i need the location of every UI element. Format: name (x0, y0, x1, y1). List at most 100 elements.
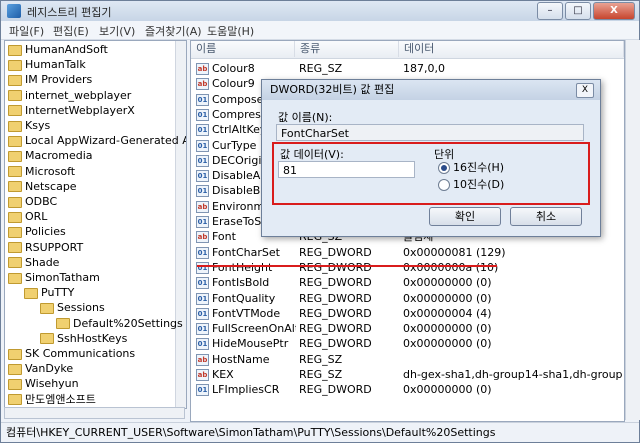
tree-item[interactable]: Shade (8, 255, 59, 270)
value-row[interactable]: 01 LFImpliesCR REG_DWORD 0x00000000 (0) (191, 382, 624, 397)
dialog-title: DWORD(32비트) 값 편집 (270, 83, 395, 96)
value-row[interactable]: 01 FontHeight REG_DWORD 0x0000000a (10) (191, 260, 624, 275)
cancel-button[interactable]: 취소 (510, 207, 582, 226)
tree-item[interactable]: RSUPPORT (8, 240, 83, 255)
value-name-field[interactable]: FontCharSet (276, 124, 584, 141)
status-bar-path: 컴퓨터\HKEY_CURRENT_USER\Software\SimonTath… (1, 422, 639, 442)
tree-item-label: Sessions (57, 301, 105, 315)
value-name: FontQuality (212, 291, 276, 305)
tree-item[interactable]: SimonTatham (8, 270, 100, 285)
folder-icon (40, 333, 54, 345)
folder-icon (8, 150, 22, 162)
tree-item-label: internet_webplayer (25, 88, 132, 102)
highlight-underline (197, 265, 497, 267)
folder-icon (8, 90, 22, 102)
value-row[interactable]: 01 FontIsBold REG_DWORD 0x00000000 (0) (191, 275, 624, 290)
value-row[interactable]: 01 FontVTMode REG_DWORD 0x00000004 (4) (191, 306, 624, 321)
value-data: 0x00000081 (129) (403, 245, 506, 259)
tree-item[interactable]: Local AppWizard-Generated Applic (8, 133, 186, 148)
value-row[interactable]: 01FullScreenOnAlt...REG_DWORD 0x00000000 … (191, 321, 624, 336)
menu-file[interactable]: 파일(F) (9, 23, 44, 39)
tree-item[interactable]: HumanAndSoft (8, 42, 108, 57)
tree-item-label: Wisehyun (25, 377, 79, 391)
value-row[interactable]: 01 FontCharSet REG_DWORD 0x00000081 (129) (191, 245, 624, 260)
value-name: FontIsBold (212, 276, 270, 290)
tree-item[interactable]: Netscape (8, 179, 77, 194)
value-type: REG_DWORD (299, 337, 372, 351)
maximize-button[interactable]: □ (565, 2, 591, 20)
tree-vertical-scrollbar[interactable] (175, 41, 186, 408)
string-value-icon: ab (196, 78, 209, 91)
value-type: REG_DWORD (299, 245, 372, 259)
dword-value-icon: 01 (196, 277, 209, 290)
tree-item-label: SimonTatham (25, 271, 100, 284)
column-type-header[interactable]: 종류 (295, 41, 399, 57)
tree-item[interactable]: Ksys (8, 118, 50, 133)
tree-horizontal-scrollbar[interactable] (4, 407, 185, 419)
value-row[interactable]: 01 FontQuality REG_DWORD 0x00000000 (0) (191, 291, 624, 306)
close-button[interactable]: X (593, 2, 635, 20)
value-type: REG_DWORD (299, 260, 372, 274)
folder-icon (8, 242, 22, 254)
tree-item[interactable]: ODBC (8, 194, 57, 209)
value-row[interactable]: ab Colour8 REG_SZ 187,0,0 (191, 61, 624, 76)
folder-icon (8, 363, 22, 375)
tree-item[interactable]: ORL (8, 209, 47, 224)
value-name: KEX (212, 368, 234, 381)
tree-item-label: Default%20Settings (73, 316, 183, 330)
value-row[interactable]: 01 HideMousePtr REG_DWORD 0x00000000 (0) (191, 336, 624, 351)
ok-button[interactable]: 확인 (429, 207, 501, 226)
tree-item[interactable]: Macromedia (8, 148, 93, 163)
value-name: FontCharSet (212, 245, 280, 259)
dialog-title-bar: DWORD(32비트) 값 편집 X (262, 80, 600, 100)
registry-key-tree[interactable]: HumanAndSoft HumanTalk IM Providers interne… (4, 40, 187, 409)
dword-value-icon: 01 (196, 384, 209, 397)
dword-value-icon: 01 (196, 292, 209, 305)
registry-editor-window: 레지스트리 편집기 – □ X 파일(F) 편집(E) 보기(V) 즐겨찾기(A… (0, 0, 640, 443)
tree-item[interactable]: IM Providers (8, 72, 92, 87)
value-data: 0x00000000 (0) (403, 291, 492, 305)
tree-item[interactable]: InternetWebplayerX (8, 103, 135, 118)
list-vertical-scrollbar[interactable] (625, 40, 640, 420)
tree-item-label: PuTTY (41, 286, 75, 300)
folder-icon (8, 348, 22, 360)
tree-item-label: Netscape (25, 179, 77, 193)
tree-item[interactable]: SshHostKeys (40, 331, 127, 346)
column-data-header[interactable]: 데이터 (399, 41, 624, 57)
menu-favorites[interactable]: 즐겨찾기(A) (145, 23, 202, 39)
tree-item[interactable]: HumanTalk (8, 57, 86, 72)
value-row[interactable]: ab KEX REG_SZ dh-gex-sha1,dh-group14-sha1,d… (191, 367, 624, 382)
folder-icon (8, 120, 22, 132)
tree-item-label: HumanAndSoft (25, 43, 108, 56)
tree-item[interactable]: Default%20Settings (56, 316, 183, 331)
dialog-close-button[interactable]: X (576, 83, 594, 98)
tree-item-label: ORL (25, 210, 48, 224)
value-name: FullScreenOnAlt... (212, 322, 296, 336)
dword-value-icon: 01 (196, 261, 209, 274)
tree-item[interactable]: internet_webplayer (8, 88, 131, 103)
folder-icon (8, 211, 22, 223)
column-name-header[interactable]: 이름 (191, 41, 295, 57)
tree-item[interactable]: Microsoft (8, 164, 75, 179)
menu-edit[interactable]: 편집(E) (53, 23, 89, 39)
dword-value-icon: 01 (196, 154, 209, 167)
tree-item[interactable]: VanDyke (8, 361, 73, 376)
menu-view[interactable]: 보기(V) (99, 23, 135, 39)
dword-value-icon: 01 (196, 108, 209, 121)
string-value-icon: ab (196, 231, 209, 244)
value-name: HostName (212, 352, 270, 366)
value-data: 0x00000004 (4) (403, 306, 492, 320)
tree-item[interactable]: 만도엠앤소프트 (8, 392, 96, 407)
value-row[interactable]: ab HostName REG_SZ (191, 352, 624, 367)
value-name: HideMousePtr (212, 337, 289, 351)
tree-item[interactable]: Policies (8, 224, 66, 239)
value-name: Colour8 (212, 62, 255, 75)
tree-item[interactable]: PuTTY (24, 285, 74, 300)
tree-item[interactable]: SK Communications (8, 346, 135, 361)
minimize-button[interactable]: – (537, 2, 563, 20)
tree-item[interactable]: Wisehyun (8, 376, 79, 391)
folder-icon (8, 166, 22, 178)
tree-item[interactable]: Sessions (40, 300, 105, 315)
tree-item-label: Policies (25, 225, 66, 239)
menu-help[interactable]: 도움말(H) (207, 23, 254, 39)
